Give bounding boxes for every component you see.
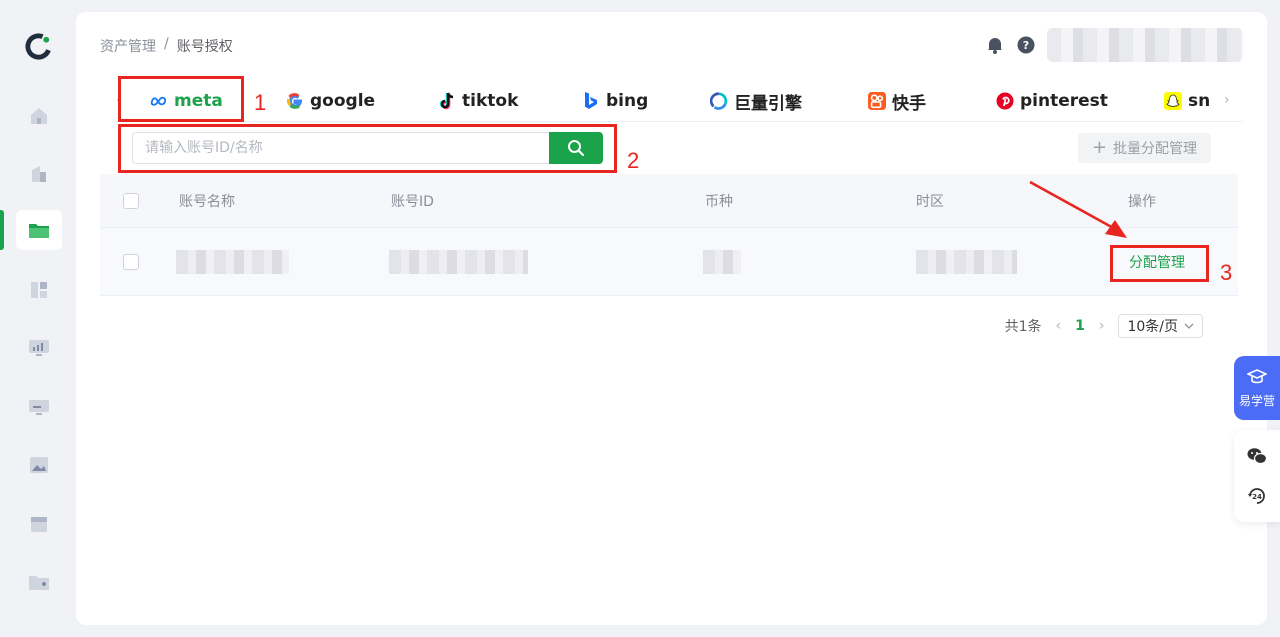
annotation-number-1: 1 [254, 90, 267, 115]
col-timezone: 时区 [916, 193, 944, 210]
wallet-icon [29, 576, 49, 590]
account-name-redacted [176, 249, 289, 274]
page-number[interactable]: 1 [1075, 318, 1085, 334]
batch-assign-label: 批量分配管理 [1113, 141, 1197, 157]
image-icon [30, 457, 48, 473]
nav-box[interactable] [16, 504, 62, 544]
row-checkbox[interactable] [123, 253, 139, 270]
pinterest-icon [996, 92, 1014, 110]
select-all-checkbox[interactable] [123, 192, 139, 209]
annotation-box-3 [1110, 245, 1209, 282]
oceanengine-icon [710, 92, 728, 110]
tab-tiktok[interactable]: tiktok [438, 88, 518, 114]
next-page-icon[interactable]: › [1099, 318, 1105, 334]
breadcrumb: 资产管理 / 账号授权 [100, 36, 233, 56]
tab-label: google [310, 91, 376, 111]
col-currency: 币种 [705, 193, 733, 210]
tab-label: tiktok [462, 91, 519, 111]
box-icon [31, 517, 47, 532]
help-icon[interactable]: ? [1017, 36, 1035, 54]
bing-icon [582, 92, 600, 110]
annotation-box-1 [118, 76, 244, 122]
annotation-arrow-icon [1029, 180, 1127, 238]
building-icon [32, 166, 46, 182]
annotation-number-2: 2 [627, 148, 640, 173]
bell-icon[interactable] [985, 35, 1005, 55]
breadcrumb-parent[interactable]: 资产管理 [100, 36, 156, 56]
chevron-down-icon [1184, 323, 1194, 329]
tab-google[interactable]: google [286, 88, 375, 114]
currency-redacted [703, 249, 741, 274]
nav-assets[interactable] [0, 210, 62, 250]
breadcrumb-separator: / [164, 36, 169, 52]
screen-icon [29, 400, 49, 415]
google-icon [286, 92, 304, 110]
tab-snapchat[interactable]: sn [1164, 88, 1210, 114]
tab-label: pinterest [1020, 91, 1108, 111]
prev-page-icon[interactable]: ‹ [1056, 318, 1062, 334]
tiktok-icon [438, 92, 456, 110]
wechat-icon[interactable] [1246, 446, 1268, 466]
monitor-chart-icon [29, 340, 49, 356]
tab-label: sn [1188, 91, 1211, 111]
snapchat-icon [1164, 92, 1182, 110]
dashboard-icon [31, 282, 47, 298]
tab-label: 快手 [892, 93, 926, 114]
tab-pinterest[interactable]: pinterest [996, 88, 1108, 114]
tabs-scroll-right-icon[interactable]: › [1224, 92, 1230, 108]
platform-tabs: ‹ meta google tiktok bing 巨量引擎 快手 pinter… [112, 82, 1243, 122]
col-account-id: 账号ID [391, 193, 434, 210]
home-icon [31, 108, 47, 124]
sidebar [0, 0, 76, 637]
plus-icon: + [1091, 137, 1107, 158]
svg-text:?: ? [1023, 39, 1029, 52]
tab-kuaishou[interactable]: 快手 [868, 88, 926, 114]
nav-media[interactable] [16, 445, 62, 485]
nav-home[interactable] [16, 96, 62, 136]
header-tools: ? [985, 28, 1243, 62]
annotation-box-2 [118, 124, 617, 173]
float-tools: 24 [1234, 430, 1280, 522]
user-profile[interactable] [1047, 28, 1243, 62]
total-count: 共1条 [1004, 319, 1042, 335]
kuaishou-icon [868, 92, 886, 110]
annotation-number-3: 3 [1220, 260, 1233, 285]
svg-text:24: 24 [1252, 493, 1262, 501]
col-account-name: 账号名称 [179, 193, 235, 210]
nav-screen[interactable] [16, 387, 62, 427]
nav-wallet[interactable] [16, 562, 62, 602]
tab-bing[interactable]: bing [582, 88, 648, 114]
batch-assign-button[interactable]: + 批量分配管理 [1077, 133, 1211, 163]
tab-label: 巨量引擎 [734, 93, 802, 114]
tab-label: bing [606, 91, 649, 111]
pagination: 共1条 ‹ 1 › 10条/页 [1005, 314, 1203, 338]
page-size-select[interactable]: 10条/页 [1118, 314, 1203, 338]
nav-building[interactable] [16, 154, 62, 194]
nav-dashboard[interactable] [16, 270, 62, 310]
graduation-cap-icon [1247, 368, 1267, 383]
page-size-value: 10条/页 [1127, 319, 1178, 335]
folder-icon [29, 224, 49, 238]
timezone-redacted [916, 249, 1017, 274]
app-logo[interactable] [24, 32, 53, 61]
nav-monitor[interactable] [16, 328, 62, 368]
breadcrumb-current: 账号授权 [176, 39, 233, 55]
tab-oceanengine[interactable]: 巨量引擎 [710, 88, 802, 114]
learning-camp-label: 易学营 [1238, 393, 1275, 408]
support-24h-icon[interactable]: 24 [1246, 485, 1268, 507]
account-id-redacted [389, 249, 528, 274]
learning-camp-button[interactable]: 易学营 [1234, 356, 1280, 420]
